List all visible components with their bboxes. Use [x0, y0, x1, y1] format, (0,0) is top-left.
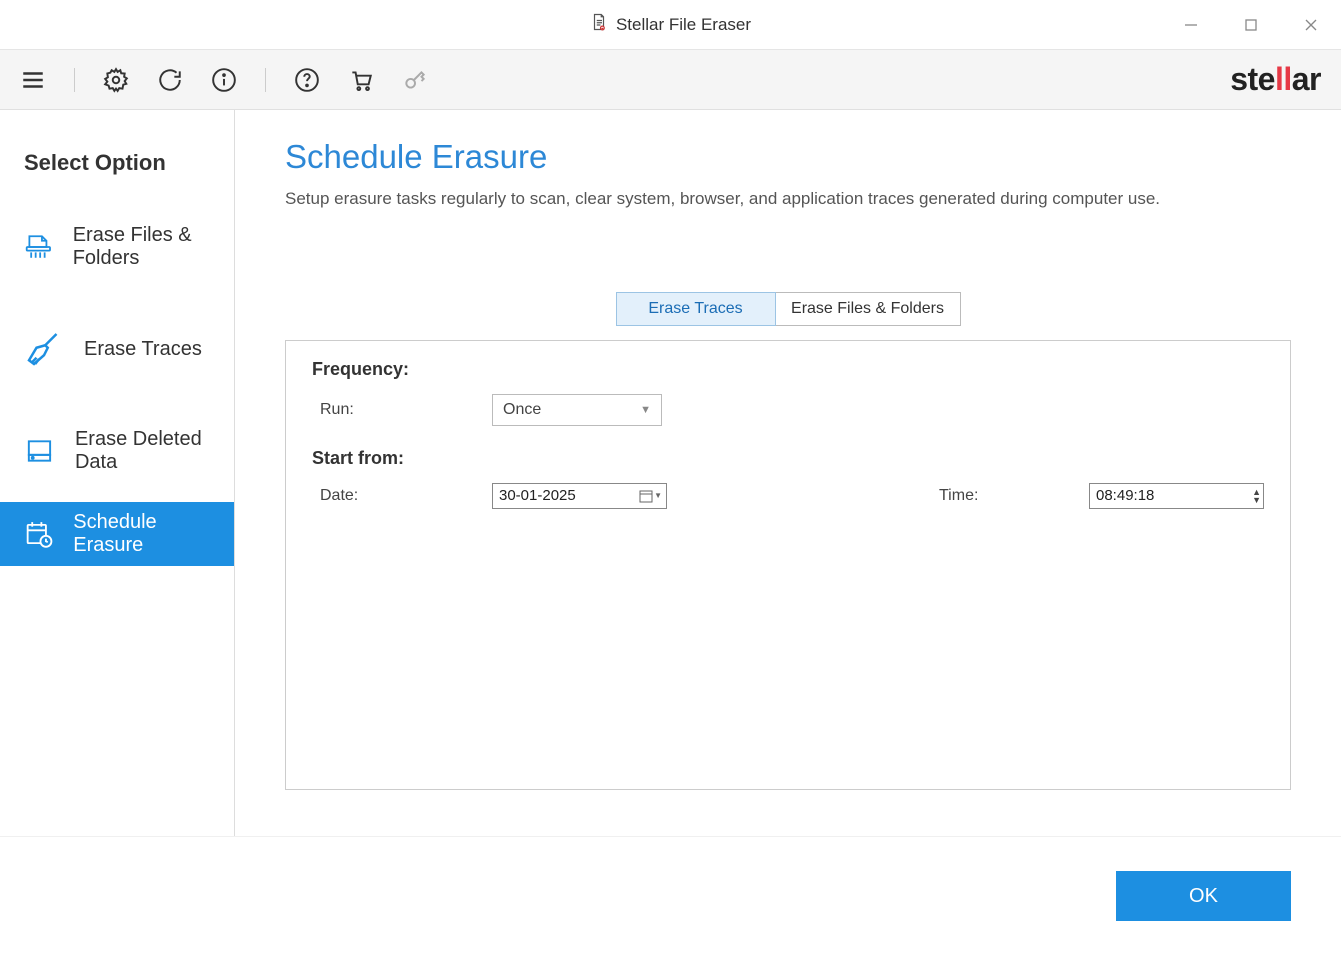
chevron-down-icon: ▼ [640, 404, 651, 416]
date-input[interactable]: 30-01-2025 ▼ [492, 483, 667, 509]
run-label: Run: [312, 401, 492, 419]
time-value: 08:49:18 [1096, 487, 1154, 504]
page-title: Schedule Erasure [285, 138, 1291, 176]
help-icon[interactable] [294, 67, 320, 93]
broom-icon [24, 329, 64, 369]
sidebar-item-label: Schedule Erasure [73, 511, 210, 557]
shredder-icon [24, 227, 53, 267]
gear-icon[interactable] [103, 67, 129, 93]
schedule-panel: Frequency: Run: Once ▼ Start from: Date:… [285, 340, 1291, 790]
separator [265, 68, 266, 92]
time-spinner[interactable]: ▲▼ [1252, 488, 1261, 504]
sidebar-item-schedule-erasure[interactable]: Schedule Erasure [0, 502, 234, 566]
separator [74, 68, 75, 92]
brand-logo: stellar [1230, 61, 1321, 98]
start-from-heading: Start from: [312, 448, 1264, 469]
app-icon [590, 13, 608, 36]
key-icon[interactable] [402, 67, 428, 93]
sidebar-item-label: Erase Files & Folders [73, 224, 210, 270]
sidebar-item-erase-deleted-data[interactable]: Erase Deleted Data [0, 400, 234, 502]
toolbar: stellar [0, 50, 1341, 110]
calendar-dropdown-icon: ▼ [639, 489, 662, 503]
footer: OK [0, 836, 1341, 955]
close-button[interactable] [1281, 0, 1341, 50]
time-label: Time: [939, 487, 1089, 505]
maximize-button[interactable] [1221, 0, 1281, 50]
title-bar: Stellar File Eraser [0, 0, 1341, 50]
sidebar-item-label: Erase Traces [84, 338, 202, 361]
sidebar-item-erase-files-folders[interactable]: Erase Files & Folders [0, 196, 234, 298]
tab-erase-traces[interactable]: Erase Traces [616, 292, 776, 326]
info-icon[interactable] [211, 67, 237, 93]
page-description: Setup erasure tasks regularly to scan, c… [285, 186, 1185, 212]
ok-button[interactable]: OK [1116, 871, 1291, 921]
drive-icon [24, 431, 55, 471]
date-label: Date: [312, 487, 492, 505]
run-select-value: Once [503, 401, 541, 419]
sidebar-item-label: Erase Deleted Data [75, 428, 210, 474]
time-input[interactable]: 08:49:18 ▲▼ [1089, 483, 1264, 509]
cart-icon[interactable] [348, 67, 374, 93]
sidebar-title: Select Option [0, 140, 234, 196]
sidebar: Select Option Erase Files & Folders Eras… [0, 110, 235, 836]
refresh-icon[interactable] [157, 67, 183, 93]
tab-strip: Erase Traces Erase Files & Folders [285, 292, 1291, 326]
hamburger-menu-icon[interactable] [20, 67, 46, 93]
frequency-heading: Frequency: [312, 359, 1264, 380]
content-area: Schedule Erasure Setup erasure tasks reg… [235, 110, 1341, 836]
run-select[interactable]: Once ▼ [492, 394, 662, 426]
tab-erase-files-folders[interactable]: Erase Files & Folders [775, 292, 961, 326]
date-value: 30-01-2025 [499, 487, 576, 504]
window-title: Stellar File Eraser [616, 15, 751, 35]
minimize-button[interactable] [1161, 0, 1221, 50]
sidebar-item-erase-traces[interactable]: Erase Traces [0, 298, 234, 400]
calendar-clock-icon [24, 517, 53, 551]
